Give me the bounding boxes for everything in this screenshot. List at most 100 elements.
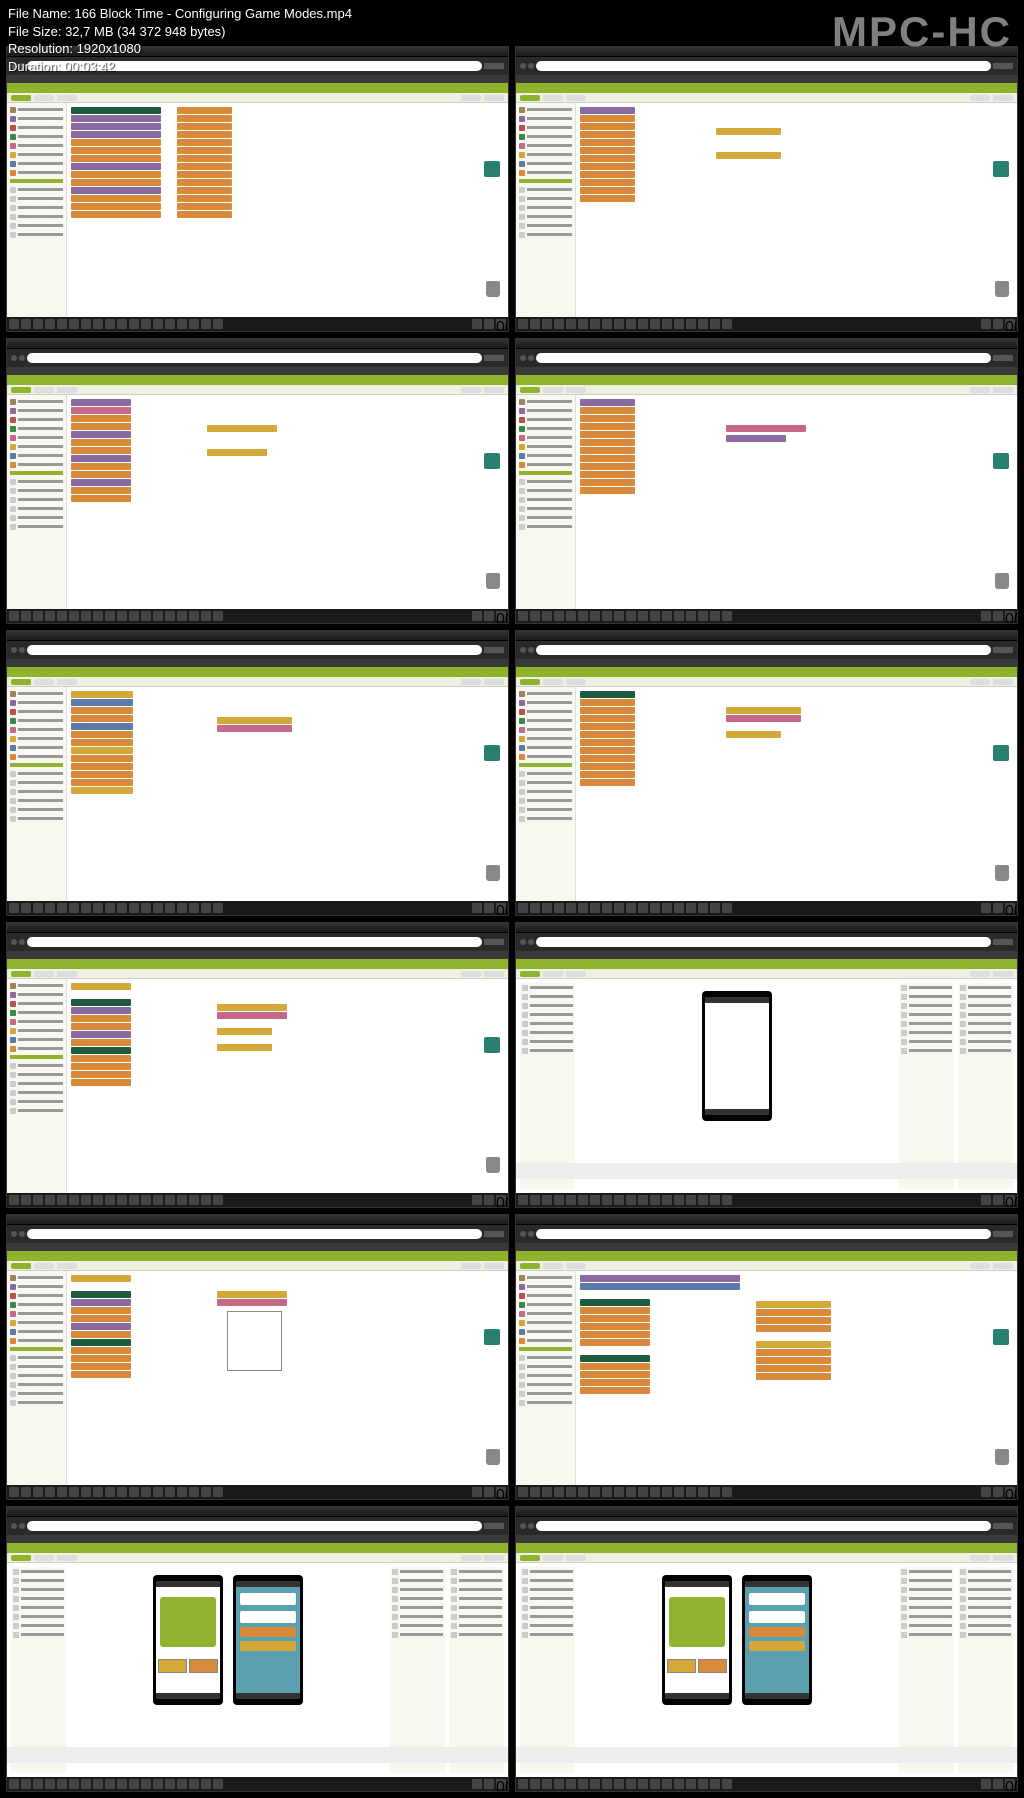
code-block[interactable] (71, 1275, 131, 1282)
code-block[interactable] (177, 211, 232, 218)
backpack-icon[interactable] (993, 1329, 1009, 1345)
code-block[interactable] (580, 1355, 650, 1362)
code-block[interactable] (580, 707, 635, 714)
blocks-canvas[interactable] (67, 395, 508, 609)
windows-taskbar[interactable]: 00:01:08 (516, 609, 1017, 623)
code-block[interactable] (580, 171, 635, 178)
taskbar-icon[interactable] (472, 903, 482, 913)
url-bar[interactable] (27, 1229, 482, 1239)
taskbar-icon[interactable] (981, 319, 991, 329)
toolbar-button[interactable] (461, 95, 481, 101)
component-item[interactable] (519, 815, 572, 822)
taskbar-icon[interactable] (129, 611, 139, 621)
taskbar-icon[interactable] (45, 319, 55, 329)
taskbar-icon[interactable] (21, 903, 31, 913)
url-bar[interactable] (536, 1521, 991, 1531)
taskbar-icon[interactable] (472, 611, 482, 621)
code-block[interactable] (71, 1291, 131, 1298)
taskbar-icon[interactable] (57, 1487, 67, 1497)
taskbar-icon[interactable] (165, 611, 175, 621)
taskbar-icon[interactable] (153, 1195, 163, 1205)
taskbar-icon[interactable] (105, 903, 115, 913)
component-item[interactable] (10, 505, 63, 512)
code-block[interactable] (71, 431, 131, 438)
taskbar-icon[interactable] (650, 903, 660, 913)
palette-item[interactable] (10, 982, 63, 989)
component-item[interactable] (10, 1062, 63, 1069)
palette-item[interactable] (10, 407, 63, 414)
code-block[interactable] (71, 1047, 131, 1054)
taskbar-icon[interactable] (638, 1487, 648, 1497)
palette-item[interactable] (519, 124, 572, 131)
component-item[interactable] (519, 806, 572, 813)
taskbar-icon[interactable] (33, 319, 43, 329)
palette-item[interactable] (10, 1328, 63, 1335)
toolbar-button[interactable] (34, 1555, 54, 1561)
code-block[interactable] (580, 715, 635, 722)
taskbar-icon[interactable] (590, 1195, 600, 1205)
palette-item[interactable] (519, 753, 572, 760)
code-block[interactable] (580, 1371, 650, 1378)
code-block[interactable] (580, 723, 635, 730)
component-item[interactable] (10, 788, 63, 795)
code-block[interactable] (580, 779, 635, 786)
palette-item[interactable] (10, 1337, 63, 1344)
component-item[interactable] (519, 1390, 572, 1397)
taskbar-icon[interactable] (590, 1779, 600, 1789)
url-bar[interactable] (536, 645, 991, 655)
code-block[interactable] (756, 1349, 831, 1356)
toolbar-button[interactable] (970, 1555, 990, 1561)
taskbar-icon[interactable] (141, 319, 151, 329)
code-block[interactable] (716, 152, 781, 159)
code-block[interactable] (177, 179, 232, 186)
palette-item[interactable] (519, 1310, 572, 1317)
component-item[interactable] (519, 222, 572, 229)
palette-item[interactable] (10, 142, 63, 149)
taskbar-icon[interactable] (602, 319, 612, 329)
code-block[interactable] (580, 123, 635, 130)
taskbar-icon[interactable] (981, 611, 991, 621)
taskbar-icon[interactable] (626, 903, 636, 913)
palette-item[interactable] (519, 434, 572, 441)
palette-item[interactable] (10, 1274, 63, 1281)
taskbar-icon[interactable] (590, 611, 600, 621)
taskbar-icon[interactable] (45, 1195, 55, 1205)
code-block[interactable] (580, 423, 635, 430)
palette-item[interactable] (10, 1310, 63, 1317)
taskbar-icon[interactable] (662, 903, 672, 913)
taskbar-icon[interactable] (21, 1487, 31, 1497)
taskbar-icon[interactable] (662, 319, 672, 329)
palette-item[interactable] (519, 398, 572, 405)
taskbar-icon[interactable] (722, 1195, 732, 1205)
code-block[interactable] (580, 1299, 650, 1306)
code-block[interactable] (71, 471, 131, 478)
palette-item[interactable] (519, 142, 572, 149)
palette-item[interactable] (519, 699, 572, 706)
component-item[interactable] (10, 514, 63, 521)
code-block[interactable] (71, 691, 133, 698)
taskbar-icon[interactable] (484, 1779, 494, 1789)
taskbar-icon[interactable] (698, 319, 708, 329)
taskbar-icon[interactable] (201, 319, 211, 329)
code-block[interactable] (177, 115, 232, 122)
palette-item[interactable] (10, 1292, 63, 1299)
code-block[interactable] (71, 211, 161, 218)
taskbar-icon[interactable] (638, 903, 648, 913)
code-block[interactable] (71, 155, 161, 162)
toolbar-button[interactable] (543, 387, 563, 393)
blocks-canvas[interactable] (67, 979, 508, 1193)
taskbar-icon[interactable] (57, 903, 67, 913)
code-block[interactable] (71, 723, 133, 730)
taskbar-icon[interactable] (93, 1779, 103, 1789)
taskbar-icon[interactable] (530, 1195, 540, 1205)
palette-item[interactable] (519, 106, 572, 113)
taskbar-icon[interactable] (698, 903, 708, 913)
trash-icon[interactable] (486, 1157, 500, 1173)
taskbar-icon[interactable] (165, 319, 175, 329)
toolbar-button[interactable] (520, 1555, 540, 1561)
code-block[interactable] (71, 163, 161, 170)
taskbar-icon[interactable] (518, 903, 528, 913)
taskbar-icon[interactable] (722, 611, 732, 621)
taskbar-icon[interactable] (614, 319, 624, 329)
taskbar-icon[interactable] (578, 611, 588, 621)
